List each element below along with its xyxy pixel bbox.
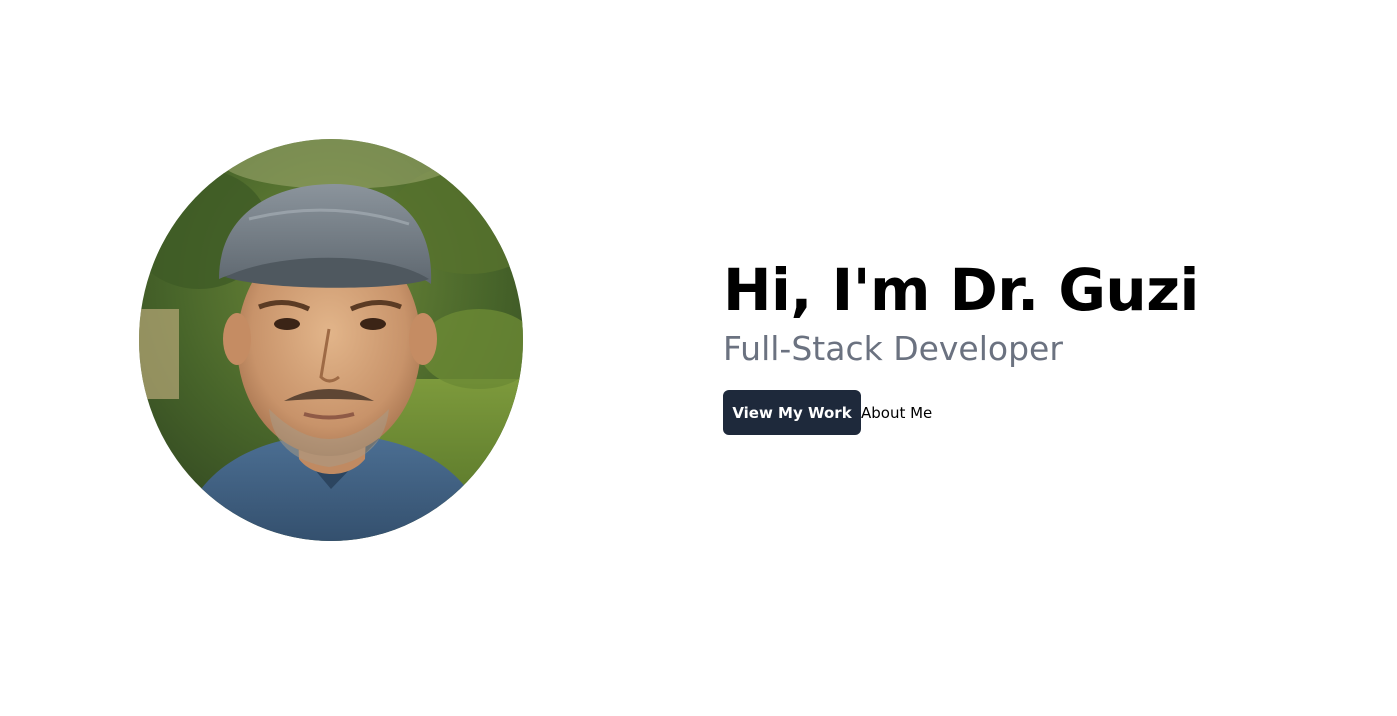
about-me-link[interactable]: About Me <box>861 404 932 422</box>
page-title: Hi, I'm Dr. Guzi <box>723 256 1199 324</box>
intro-block: Hi, I'm Dr. Guzi Full-Stack Developer Vi… <box>723 255 1199 435</box>
role-subtitle: Full-Stack Developer <box>723 329 1063 368</box>
portrait-image <box>139 139 523 541</box>
profile-portrait <box>139 139 523 541</box>
hero-actions: View My Work About Me <box>723 390 1199 435</box>
view-my-work-button[interactable]: View My Work <box>723 390 861 435</box>
hero-section: Hi, I'm Dr. Guzi Full-Stack Developer Vi… <box>0 0 1397 716</box>
